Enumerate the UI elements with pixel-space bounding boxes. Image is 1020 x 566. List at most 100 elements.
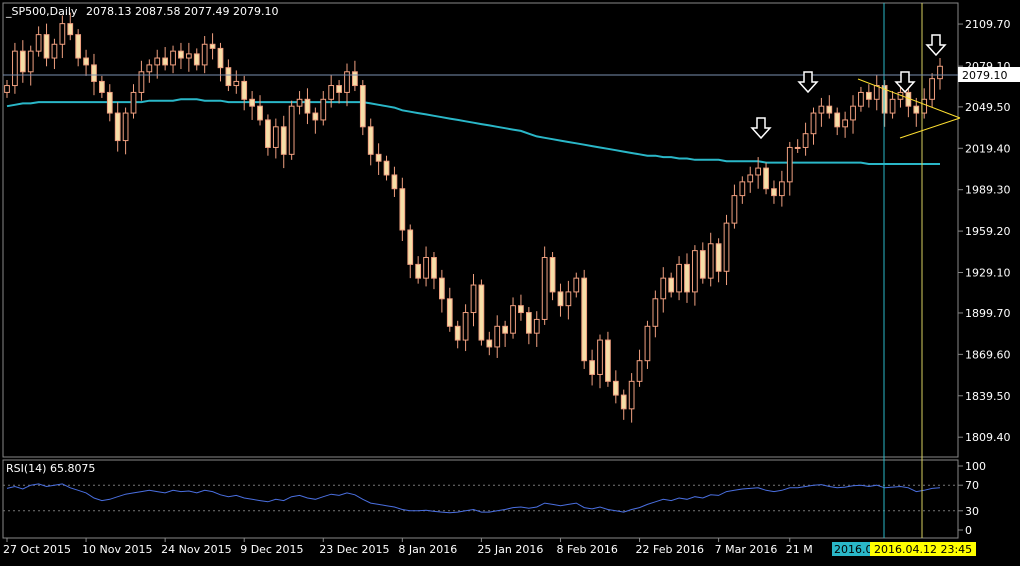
candle [636,360,643,382]
candle [494,325,501,348]
candle [91,64,97,82]
candle [652,298,659,327]
candle [407,229,414,265]
candle [628,380,635,410]
candle [130,91,137,114]
candle [668,277,675,293]
price-tick-label: 2049.50 [965,101,1011,114]
candle [518,305,524,314]
candle [12,50,18,87]
price-tick-label: 1869.60 [965,348,1011,361]
candle [201,43,208,66]
candle [27,50,34,73]
candle [209,43,216,49]
candle [794,146,801,149]
candle [486,339,493,348]
candle [280,126,287,155]
candle [921,98,928,114]
time-tick-label: 8 Feb 2016 [556,543,617,556]
candle [913,105,920,114]
candle [383,160,390,176]
candle [549,257,556,293]
price-tick-label: 1899.70 [965,307,1011,320]
time-tick-label: 23 Dec 2015 [319,543,389,556]
candle [170,50,176,66]
candle [573,277,580,293]
time-tick-label: 27 Oct 2015 [3,543,71,556]
candle [43,34,50,59]
candle [415,263,422,279]
candle [146,64,153,73]
candle [178,50,184,59]
candle [454,325,461,341]
candle [929,78,935,100]
candle [272,126,279,148]
candle [605,339,611,382]
price-tick-label: 1959.20 [965,225,1011,238]
candle [707,243,714,279]
candle [715,243,722,272]
time-tick-label: 10 Nov 2015 [82,543,152,556]
candle [865,91,872,100]
rsi-tick-label: 30 [965,505,979,518]
candle [502,325,508,334]
candle [684,263,690,293]
candle [265,119,271,148]
candle [304,98,311,114]
candle [581,277,588,362]
candle [557,291,564,307]
candle [462,312,469,341]
candle [154,57,161,66]
time-tick-label: 22 Feb 2016 [636,543,704,556]
candle [399,188,406,231]
candle [692,250,698,293]
candle [352,71,358,87]
candle [114,112,121,142]
price-tick-label: 1989.30 [965,184,1011,197]
candle [446,298,453,327]
candle [771,188,777,197]
chart-symbol: _SP500,Daily [5,5,78,18]
candle [889,98,896,114]
candle [525,312,532,334]
candle [858,91,864,107]
candle [589,360,595,375]
candle [565,291,572,307]
time-tick-label: 24 Nov 2015 [161,543,231,556]
candle [786,146,793,183]
candle [296,98,303,107]
candle [257,105,263,121]
candle [225,67,232,87]
price-tick-label: 2109.70 [965,18,1011,31]
candle [699,250,706,279]
candle [842,119,848,128]
candle [367,126,374,155]
chart-ohlc: 2078.13 2087.58 2077.49 2079.10 [86,5,278,18]
candle [336,85,342,93]
candle [185,53,192,59]
rsi-tick-label: 100 [965,460,986,473]
candle [4,85,10,93]
candle [937,65,943,80]
price-chart[interactable]: 2109.70 2079.10 2049.50 2019.40 1989.30 1959.… [0,0,1020,562]
candle [312,112,319,121]
chart-background [0,0,1020,562]
chart-window[interactable]: 2109.70 2079.10 2049.50 2019.40 1989.30 1959.… [0,0,1020,562]
candle [75,34,82,59]
candle [51,43,58,59]
candle [320,98,327,121]
time-tick-label: 21 M [786,543,813,556]
candle [802,133,809,148]
candle [731,195,738,224]
candle [19,50,26,73]
candle [660,277,667,300]
candle [423,257,429,279]
candle [35,34,42,52]
crosshair-date-b: 2016.04.12 23:45 [874,543,972,556]
candle [850,105,856,121]
time-tick-label: 8 Jan 2016 [398,543,457,556]
candle [431,257,437,279]
candle [612,380,619,396]
candle [723,222,730,272]
candle [391,174,398,190]
